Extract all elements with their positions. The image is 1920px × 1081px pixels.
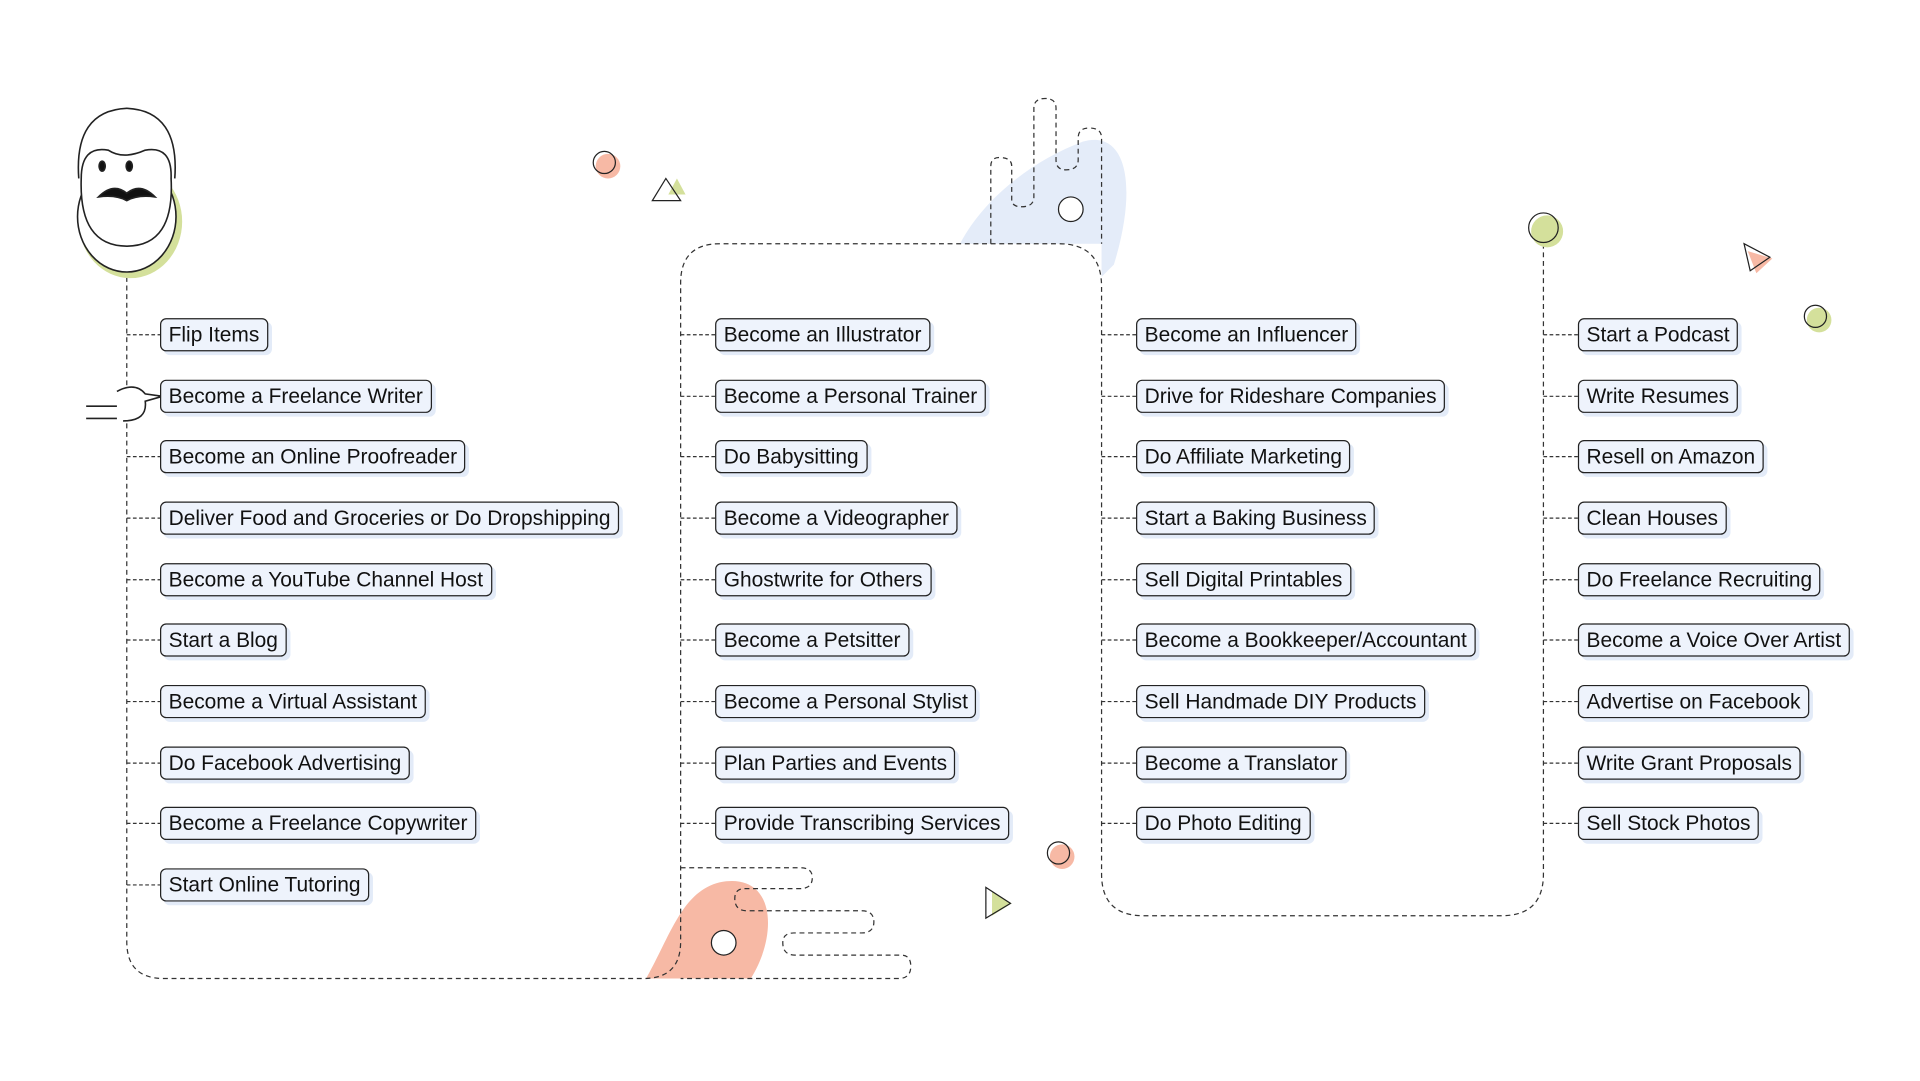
topic-node: Become a Voice Over Artist (1577, 623, 1850, 657)
topic-node: Flip Items (160, 318, 268, 352)
topic-node: Do Photo Editing (1136, 806, 1311, 841)
topic-node: Drive for Rideshare Companies (1136, 379, 1446, 413)
topic-node: Become a Freelance Copywriter (160, 806, 477, 841)
topic-node: Provide Transcribing Services (715, 806, 1010, 841)
topic-node: Ghostwrite for Others (715, 563, 932, 597)
topic-node: Become an Illustrator (715, 318, 931, 352)
topic-node: Become a Personal Trainer (715, 379, 986, 413)
topic-node: Become a YouTube Channel Host (160, 563, 492, 597)
topic-node: Do Babysitting (715, 440, 868, 474)
connector-lines (76, 97, 1832, 980)
topic-node: Become a Freelance Writer (160, 379, 432, 413)
topic-node: Start a Podcast (1577, 318, 1739, 352)
topic-node: Clean Houses (1577, 501, 1727, 535)
topic-node: Do Freelance Recruiting (1577, 563, 1821, 597)
topic-node: Sell Stock Photos (1577, 806, 1760, 841)
topic-node: Become an Online Proofreader (160, 440, 466, 474)
topic-node: Sell Handmade DIY Products (1136, 684, 1426, 719)
topic-node: Deliver Food and Groceries or Do Dropshi… (160, 501, 620, 535)
topic-node: Become a Translator (1136, 746, 1347, 780)
topic-node: Write Grant Proposals (1577, 746, 1801, 780)
topic-node: Start a Blog (160, 623, 287, 657)
topic-node: Write Resumes (1577, 379, 1738, 413)
topic-node: Advertise on Facebook (1577, 684, 1810, 719)
topic-node: Sell Digital Printables (1136, 563, 1351, 597)
topic-node: Start Online Tutoring (160, 868, 370, 902)
pointing-hand-icon (86, 386, 163, 422)
topic-node: Resell on Amazon (1577, 440, 1764, 474)
topic-node: Become a Personal Stylist (715, 684, 977, 719)
topic-node: Become a Virtual Assistant (160, 684, 426, 719)
topic-node: Become a Bookkeeper/Accountant (1136, 623, 1476, 657)
diagram: Flip Items Become a Freelance Writer Becom… (0, 0, 1920, 1081)
topic-node: Do Facebook Advertising (160, 746, 410, 780)
topic-node: Become a Petsitter (715, 623, 910, 657)
man-face-illustration (76, 107, 183, 422)
topic-node: Become a Videographer (715, 501, 958, 535)
topic-node: Start a Baking Business (1136, 501, 1376, 535)
topic-node: Do Affiliate Marketing (1136, 440, 1351, 474)
topic-node: Plan Parties and Events (715, 746, 956, 780)
salmon-blob (646, 880, 769, 979)
topic-node: Become an Influencer (1136, 318, 1357, 352)
